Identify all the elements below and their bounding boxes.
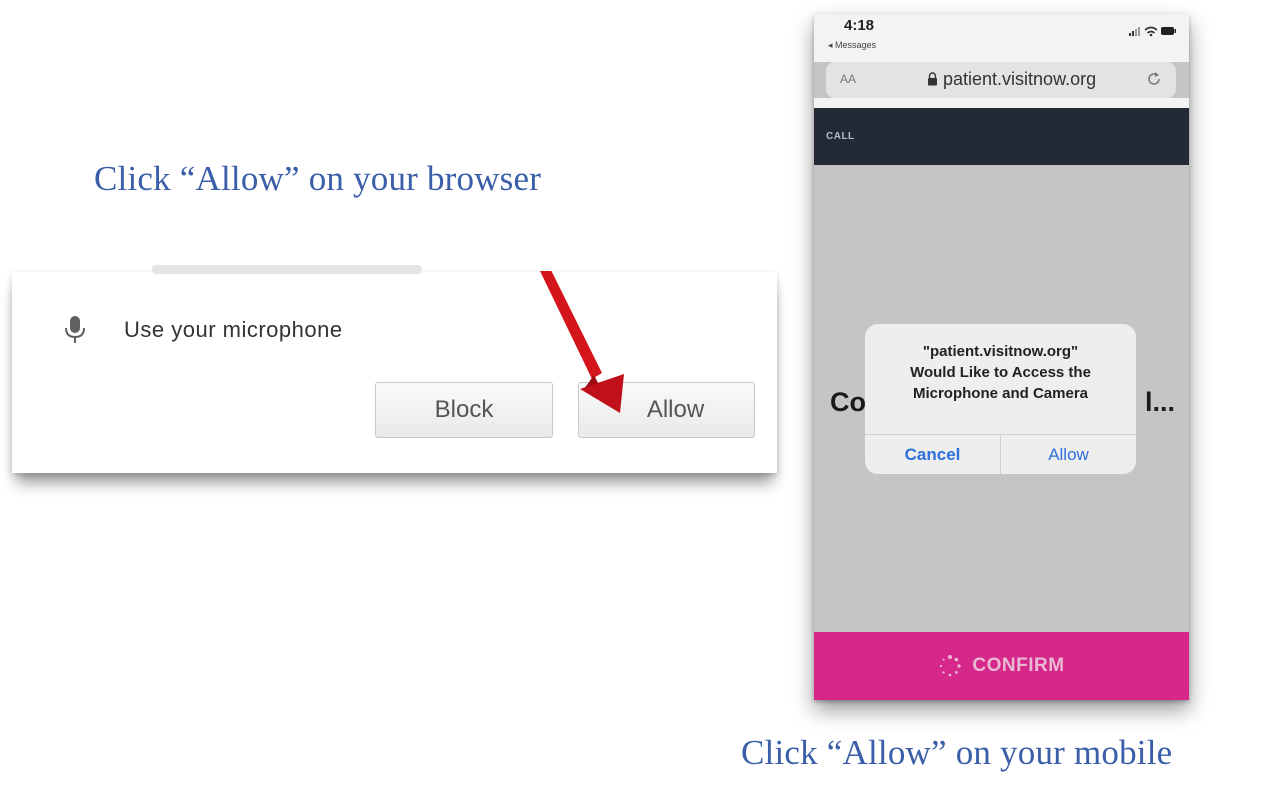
browser-toolbar-band: [814, 98, 1189, 108]
alert-cancel-button[interactable]: Cancel: [865, 435, 1001, 474]
page-heading-end: l...: [1145, 387, 1176, 417]
permission-alert-dialog: "patient.visitnow.org" Would Like to Acc…: [865, 324, 1136, 474]
phone-screenshot: 4:18 ◂ Messages AA patient.visitnow.org: [814, 14, 1189, 700]
reload-icon[interactable]: [1146, 71, 1162, 92]
lock-icon: [927, 72, 938, 91]
microphone-icon: [63, 314, 87, 351]
page-heading-start: Co: [830, 387, 866, 417]
nav-call-label[interactable]: CALL: [826, 131, 855, 142]
app-nav-bar: CALL: [814, 108, 1189, 165]
text-size-button[interactable]: AA: [840, 72, 856, 86]
allow-button-label: Allow: [646, 396, 705, 423]
block-button[interactable]: Block: [375, 382, 553, 438]
alert-allow-button[interactable]: Allow: [1001, 435, 1136, 474]
block-button-label: Block: [434, 396, 494, 423]
status-system-icons: [1129, 24, 1177, 42]
spinner-icon: [938, 654, 962, 678]
browser-permission-prompt: Use your microphone Block Allow: [12, 265, 777, 473]
alert-message: "patient.visitnow.org" Would Like to Acc…: [865, 341, 1136, 404]
page-url: patient.visitnow.org: [943, 69, 1097, 89]
alert-cancel-label: Cancel: [904, 445, 961, 464]
alert-line: "patient.visitnow.org": [922, 343, 1079, 360]
mobile-address-bar[interactable]: AA patient.visitnow.org: [826, 62, 1176, 98]
alert-line: Would Like to Access the: [910, 364, 1091, 381]
red-pointer-arrow-icon: [540, 271, 624, 413]
status-time: 4:18: [844, 17, 875, 34]
browser-instruction-caption: Click “Allow” on your browser: [94, 159, 542, 198]
status-bar: 4:18 ◂ Messages: [814, 14, 1189, 62]
back-to-app-link[interactable]: ◂ Messages: [828, 40, 876, 51]
confirm-button[interactable]: CONFIRM: [814, 632, 1189, 700]
alert-line: Microphone and Camera: [912, 385, 1089, 402]
prompt-top-fragment: [152, 265, 422, 274]
permission-label: Use your microphone: [124, 317, 343, 342]
confirm-button-label: CONFIRM: [972, 655, 1065, 676]
alert-button-row: Cancel Allow: [865, 434, 1136, 474]
alert-allow-label: Allow: [1048, 445, 1089, 464]
mobile-instruction-caption: Click “Allow” on your mobile: [741, 733, 1173, 772]
